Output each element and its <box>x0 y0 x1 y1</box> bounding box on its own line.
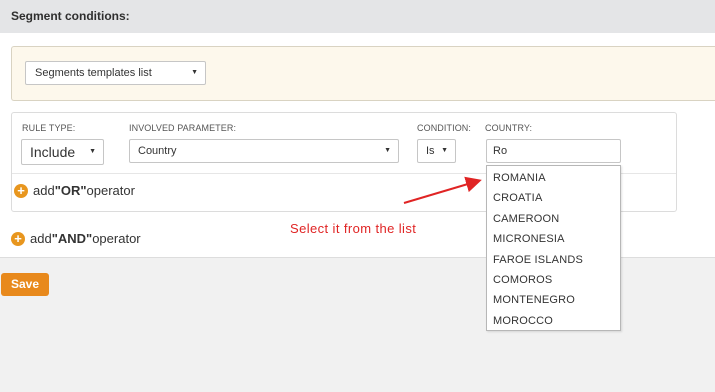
add-and-prefix: add <box>30 231 52 246</box>
panel-title: Segment conditions: <box>0 0 715 33</box>
add-circle-icon: + <box>14 183 28 198</box>
dropdown-option[interactable]: MONTENEGRO <box>487 290 620 310</box>
dropdown-option[interactable]: FAROE ISLANDS <box>487 250 620 270</box>
add-or-prefix: add <box>33 183 55 198</box>
dropdown-option[interactable]: CROATIA <box>487 188 620 208</box>
rule-type-select[interactable]: Include ▼ <box>21 139 104 165</box>
dropdown-option[interactable]: CAMEROON <box>487 209 620 229</box>
country-dropdown-list: ROMANIA CROATIA CAMEROON MICRONESIA FAROE IS… <box>486 165 621 331</box>
condition-label: CONDITION: <box>417 123 471 133</box>
add-and-suffix: operator <box>92 231 141 246</box>
involved-parameter-value: Country <box>138 145 177 157</box>
add-and-keyword: "AND" <box>51 231 93 246</box>
country-input-value: Ro <box>493 145 508 157</box>
condition-value: Is <box>426 145 435 157</box>
add-or-operator[interactable]: + add "OR" operator <box>14 183 135 198</box>
dropdown-option[interactable]: MOROCCO <box>487 311 620 331</box>
add-or-suffix: operator <box>86 183 135 198</box>
rule-type-label: RULE TYPE: <box>22 123 76 133</box>
add-or-keyword: "OR" <box>54 183 87 198</box>
templates-box: Segments templates list ▼ <box>11 46 715 101</box>
save-button[interactable]: Save <box>1 273 49 296</box>
rule-type-value: Include <box>30 144 76 160</box>
involved-parameter-label: INVOLVED PARAMETER: <box>129 123 237 133</box>
chevron-down-icon: ▼ <box>441 147 448 154</box>
country-input[interactable]: Ro <box>486 139 621 163</box>
add-circle-icon: + <box>11 231 25 246</box>
dropdown-option[interactable]: MICRONESIA <box>487 229 620 249</box>
dropdown-option[interactable]: ROMANIA <box>487 168 620 188</box>
condition-select[interactable]: Is ▼ <box>417 139 456 163</box>
annotation-text: Select it from the list <box>290 221 417 236</box>
chevron-down-icon: ▼ <box>384 147 391 154</box>
dropdown-option[interactable]: COMOROS <box>487 270 620 290</box>
chevron-down-icon: ▼ <box>191 69 198 76</box>
templates-select-value: Segments templates list <box>35 67 152 79</box>
involved-parameter-select[interactable]: Country ▼ <box>129 139 399 163</box>
country-label: COUNTRY: <box>485 123 533 133</box>
add-and-operator[interactable]: + add "AND" operator <box>11 231 141 246</box>
chevron-down-icon: ▼ <box>89 148 96 155</box>
templates-select[interactable]: Segments templates list ▼ <box>25 61 206 85</box>
